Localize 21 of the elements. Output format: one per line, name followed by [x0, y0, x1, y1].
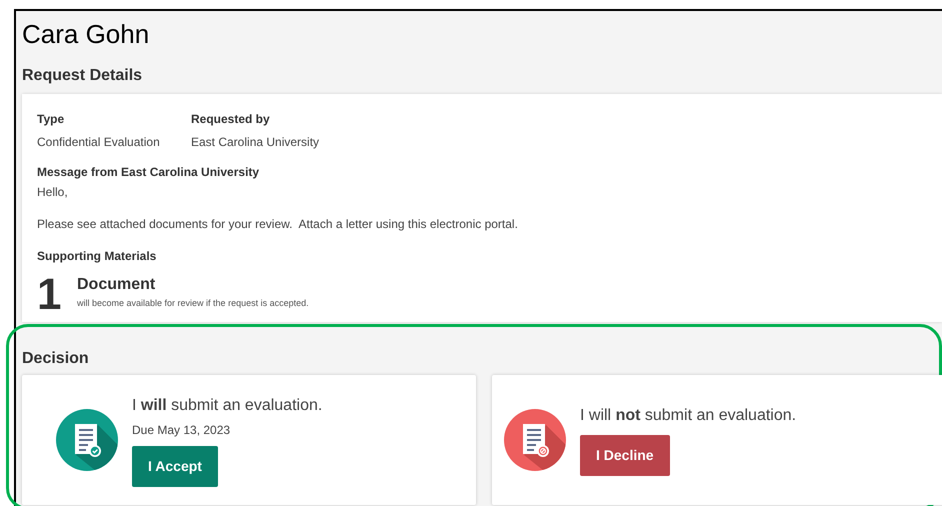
message-text: Hello,	[37, 184, 68, 201]
field-value: Confidential Evaluation	[37, 134, 160, 151]
section-heading: Decision	[22, 349, 89, 369]
document-count: 1	[37, 273, 62, 317]
due-date: Due May 13, 2023	[132, 422, 230, 438]
person-name: Cara Gohn	[22, 18, 150, 51]
field-value: East Carolina University	[191, 134, 320, 151]
field-label: Type	[37, 111, 64, 128]
message-label: Message from East Carolina University	[37, 164, 260, 181]
decision-statement: I will submit an evaluation.	[132, 396, 322, 416]
field-label: Requested by	[191, 111, 270, 128]
document-check-icon	[56, 409, 118, 471]
message-text: Please see attached documents for your review. Attach a letter using this electronic portal.	[37, 216, 518, 233]
document-title: Document	[77, 275, 156, 295]
materials-label: Supporting Materials	[37, 248, 156, 265]
decline-button[interactable]: I Decline	[580, 435, 670, 476]
decision-statement: I will not submit an evaluation.	[580, 406, 796, 426]
document-note: will become available for review if the request is accepted.	[77, 297, 309, 310]
accept-button[interactable]: I Accept	[132, 446, 218, 486]
document-blocked-icon	[504, 409, 566, 471]
section-heading: Request Details	[22, 66, 142, 86]
